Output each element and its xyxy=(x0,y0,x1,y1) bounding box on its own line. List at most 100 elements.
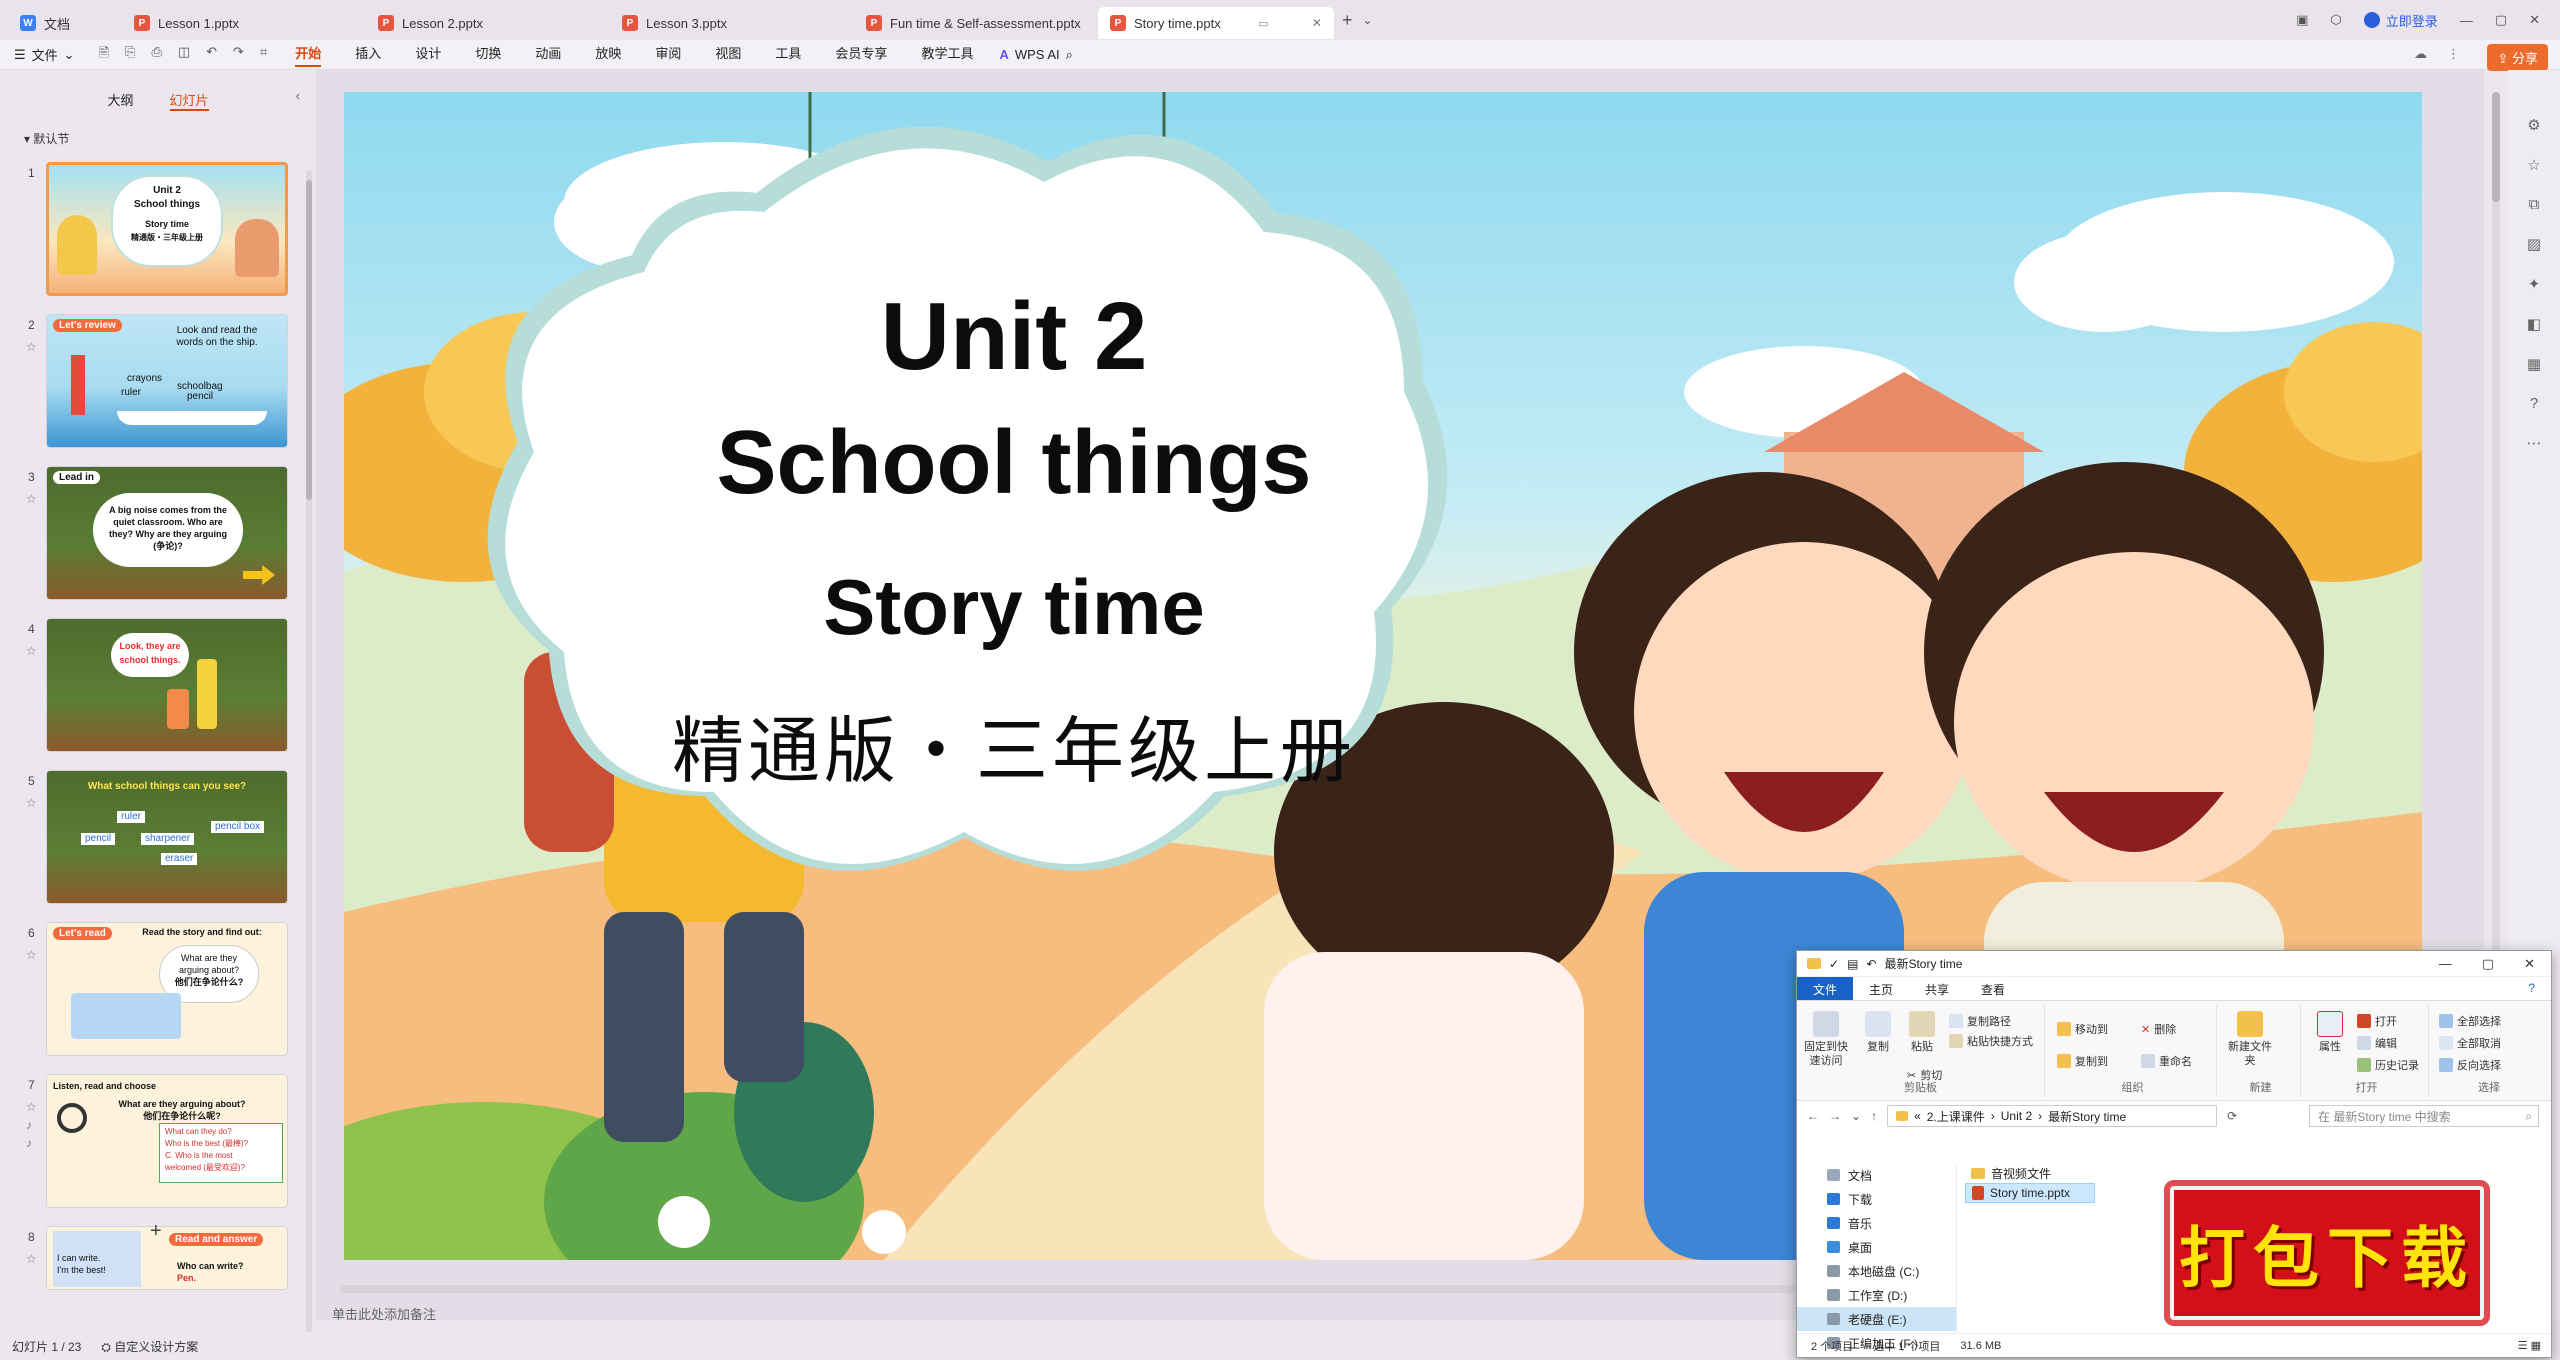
properties-button[interactable]: 属性 xyxy=(2305,1011,2355,1054)
copy-icon[interactable]: ⧉ xyxy=(2529,196,2540,213)
slide-thumb-7[interactable]: 7 ☆ ♪ ♪ Listen, read and choose What are… xyxy=(0,1074,316,1210)
tab-fun-time[interactable]: P Fun time & Self-assessment.pptx xyxy=(854,7,1098,39)
open-button[interactable]: 打开 xyxy=(2357,1013,2397,1029)
paste-button[interactable]: 粘贴 xyxy=(1897,1011,1947,1054)
chevron-down-icon[interactable]: ⌄ xyxy=(1851,1109,1861,1123)
delete-button[interactable]: ✕ 删除 xyxy=(2141,1021,2176,1037)
tab-outline[interactable]: 大纲 xyxy=(107,90,133,111)
slide-thumbnail[interactable]: Let's review Look and read the words on … xyxy=(46,314,288,448)
slide-thumbnail[interactable]: Listen, read and choose What are they ar… xyxy=(46,1074,288,1208)
new-folder-icon[interactable]: ▤ xyxy=(1847,957,1858,971)
slide-thumb-6[interactable]: 6 ☆ Let's read Read the story and find o… xyxy=(0,922,316,1058)
collapse-panel-icon[interactable]: ‹ xyxy=(296,88,300,103)
image-icon[interactable]: ▨ xyxy=(2527,235,2541,253)
file-menu-button[interactable]: ☰ 文件 ⌄ xyxy=(14,45,75,64)
view-toggle-icon[interactable]: ☰ ▦ xyxy=(2518,1339,2541,1352)
more-icon[interactable]: ⋯ xyxy=(2527,434,2542,452)
layout-icon[interactable]: ▣ xyxy=(2296,12,2308,28)
select-all-button[interactable]: 全部选择 xyxy=(2439,1013,2501,1029)
minimize-icon[interactable]: — xyxy=(2460,13,2473,28)
download-stamp[interactable]: 打包下载 xyxy=(2164,1180,2490,1326)
arrow-right-icon[interactable] xyxy=(243,565,275,585)
print-icon[interactable]: ⎙ xyxy=(151,44,161,66)
slide-thumb-5[interactable]: 5 ☆ What school things can you see? rule… xyxy=(0,770,316,906)
copy-path-button[interactable]: 复制路径 xyxy=(1949,1013,2011,1029)
slide-thumb-1[interactable]: 1 Unit 2 School things Story time 精通版・三年… xyxy=(0,162,316,298)
help-icon[interactable]: ? xyxy=(2512,977,2551,1000)
slide-subtitle[interactable]: Story time xyxy=(654,562,1374,653)
calendar-icon[interactable]: ▦ xyxy=(2527,355,2541,373)
nav-documents[interactable]: 文档 xyxy=(1797,1163,1956,1187)
menu-slideshow[interactable]: 放映 xyxy=(595,43,621,67)
login-button[interactable]: 立即登录 xyxy=(2363,11,2438,30)
star-icon[interactable]: ☆ xyxy=(26,796,37,810)
breadcrumb-item[interactable]: Unit 2 xyxy=(2001,1109,2032,1123)
menu-transition[interactable]: 切换 xyxy=(475,43,501,67)
star-icon[interactable]: ☆ xyxy=(26,492,37,506)
cube-icon[interactable]: ⬡ xyxy=(2330,12,2341,28)
breadcrumb-item[interactable]: 最新Story time xyxy=(2048,1108,2126,1125)
star-icon[interactable]: ☆ xyxy=(26,948,37,962)
explorer-tab-view[interactable]: 查看 xyxy=(1965,977,2021,1000)
copy-button[interactable]: 复制 xyxy=(1853,1011,1903,1054)
maximize-icon[interactable]: ▢ xyxy=(2482,956,2494,972)
nav-downloads[interactable]: 下载 xyxy=(1797,1187,1956,1211)
share-button[interactable]: ⇪ 分享 xyxy=(2487,44,2548,71)
slide-title-unit[interactable]: Unit 2 xyxy=(654,282,1374,392)
menu-home[interactable]: 开始 xyxy=(295,43,322,67)
menu-teaching-tools[interactable]: 教学工具 xyxy=(921,43,973,67)
close-tab-icon[interactable]: ✕ xyxy=(1312,16,1322,30)
tab-lesson-2[interactable]: P Lesson 2.pptx xyxy=(366,7,610,39)
close-window-icon[interactable]: ✕ xyxy=(2529,12,2540,28)
slide-thumbnail[interactable]: Let's read Read the story and find out: … xyxy=(46,922,288,1056)
explorer-tab-share[interactable]: 共享 xyxy=(1909,977,1965,1000)
explorer-tab-file[interactable]: 文件 xyxy=(1797,977,1854,1000)
star-icon[interactable]: ☆ xyxy=(26,644,37,658)
save-icon[interactable]: 🗎 xyxy=(99,44,109,66)
paste-shortcut-button[interactable]: 粘贴快捷方式 xyxy=(1949,1033,2033,1049)
format-painter-icon[interactable]: ⌗ xyxy=(260,44,267,66)
select-none-button[interactable]: 全部取消 xyxy=(2439,1035,2501,1051)
more-icon[interactable]: ⋮ xyxy=(2447,46,2460,62)
history-button[interactable]: 历史记录 xyxy=(2357,1057,2419,1073)
close-window-icon[interactable]: ✕ xyxy=(2524,956,2535,972)
breadcrumb-item[interactable]: 2.上课课件 xyxy=(1927,1108,1985,1125)
nav-drive-d[interactable]: 工作室 (D:) xyxy=(1797,1283,1956,1307)
move-to-button[interactable]: 移动到 xyxy=(2057,1021,2108,1037)
tab-story-time[interactable]: P Story time.pptx ▭ ✕ xyxy=(1098,7,1334,39)
maximize-icon[interactable]: ▢ xyxy=(2495,12,2507,28)
slide-title-topic[interactable]: School things xyxy=(634,412,1394,515)
menu-animation[interactable]: 动画 xyxy=(535,43,561,67)
nav-music[interactable]: 音乐 xyxy=(1797,1211,1956,1235)
new-folder-button[interactable]: 新建文件夹 xyxy=(2225,1011,2275,1069)
add-slide-icon[interactable]: + xyxy=(150,1220,162,1243)
slide-edition[interactable]: 精通版・三年级上册 xyxy=(624,692,1404,797)
preview-icon[interactable]: ◫ xyxy=(178,44,190,66)
quick-access-icon[interactable]: ✓ xyxy=(1829,957,1839,971)
forward-icon[interactable]: → xyxy=(1829,1109,1841,1123)
menu-design[interactable]: 设计 xyxy=(415,43,441,67)
panel-scrollbar[interactable] xyxy=(306,170,312,1350)
invert-selection-button[interactable]: 反向选择 xyxy=(2439,1057,2501,1073)
section-header[interactable]: ▾ 默认节 xyxy=(24,130,69,147)
slide-thumb-3[interactable]: 3 ☆ Lead in A big noise comes from the q… xyxy=(0,466,316,602)
search-input[interactable]: 在 最新Story time 中搜索 ⌕ xyxy=(2309,1105,2539,1127)
audio-icon[interactable]: ♪ xyxy=(26,1118,32,1132)
star-icon[interactable]: ☆ xyxy=(26,1252,37,1266)
animation-icon[interactable]: ✦ xyxy=(2528,275,2541,293)
menu-review[interactable]: 审阅 xyxy=(655,43,681,67)
copy-to-button[interactable]: 复制到 xyxy=(2057,1053,2108,1069)
tab-slides[interactable]: 幻灯片 xyxy=(169,90,209,111)
tab-lesson-1[interactable]: P Lesson 1.pptx xyxy=(122,7,366,39)
star-icon[interactable]: ☆ xyxy=(2527,156,2540,174)
scrollbar-thumb[interactable] xyxy=(306,180,312,500)
undo-icon[interactable]: ↶ xyxy=(206,44,217,66)
nav-drive-c[interactable]: 本地磁盘 (C:) xyxy=(1797,1259,1956,1283)
cloud-sync-icon[interactable]: ☁ xyxy=(2414,46,2427,62)
address-bar[interactable]: « 2.上课课件 › Unit 2 › 最新Story time xyxy=(1887,1105,2218,1127)
star-icon[interactable]: ☆ xyxy=(26,340,37,354)
search-icon[interactable]: ⌕ xyxy=(1066,47,1073,63)
explorer-tab-home[interactable]: 主页 xyxy=(1853,977,1909,1000)
redo-icon[interactable]: ↷ xyxy=(233,44,244,66)
template-icon[interactable]: ◧ xyxy=(2527,315,2541,333)
